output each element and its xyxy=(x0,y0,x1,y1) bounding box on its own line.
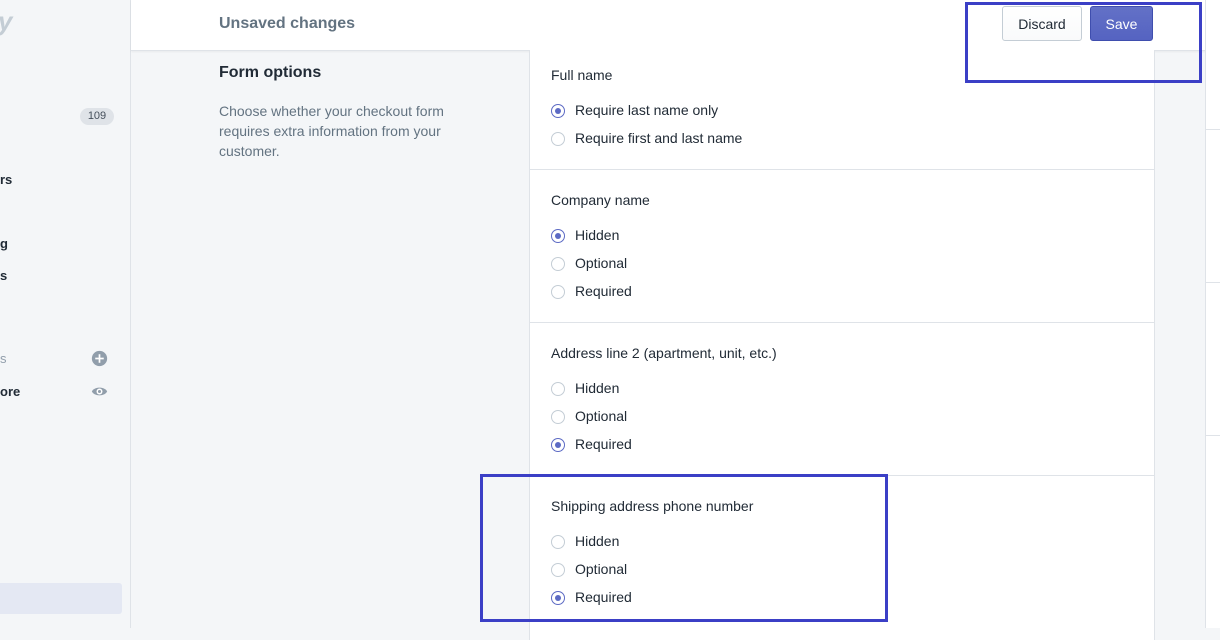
divider xyxy=(1206,282,1220,283)
radio-button[interactable] xyxy=(551,132,565,146)
section-description: Choose whether your checkout form requir… xyxy=(219,103,444,159)
sidebar-item-settings[interactable] xyxy=(0,583,122,614)
radio-label[interactable]: Optional xyxy=(575,255,627,271)
radio-button[interactable] xyxy=(551,591,565,605)
group-label: Company name xyxy=(551,192,650,208)
orders-count-badge: 109 xyxy=(80,108,114,125)
sidebar-item-discounts[interactable]: s xyxy=(0,268,7,283)
save-button[interactable]: Save xyxy=(1090,6,1153,41)
logo[interactable]: y xyxy=(0,6,12,37)
radio-button[interactable] xyxy=(551,285,565,299)
contextual-save-bar: Unsaved changes Discard Save xyxy=(131,0,1220,51)
section-title: Form options xyxy=(219,64,322,81)
radio-label[interactable]: Hidden xyxy=(575,380,619,396)
radio-button[interactable] xyxy=(551,257,565,271)
radio-label[interactable]: Required xyxy=(575,283,632,299)
radio-button[interactable] xyxy=(551,229,565,243)
company-name-group: Company name Hidden Optional Required xyxy=(530,170,1154,323)
radio-label[interactable]: Optional xyxy=(575,561,627,577)
group-label: Address line 2 (apartment, unit, etc.) xyxy=(551,345,777,361)
radio-label[interactable]: Require first and last name xyxy=(575,130,742,146)
unsaved-changes-title: Unsaved changes xyxy=(219,15,356,32)
sidebar-item-online-store[interactable]: ore xyxy=(0,384,20,399)
full-name-group: Full name Require last name only Require… xyxy=(530,50,1154,170)
radio-label[interactable]: Optional xyxy=(575,408,627,424)
radio-label[interactable]: Hidden xyxy=(575,533,619,549)
right-backdrop xyxy=(1205,0,1220,628)
radio-label[interactable]: Require last name only xyxy=(575,102,718,118)
radio-label[interactable]: Hidden xyxy=(575,227,619,243)
eye-icon[interactable] xyxy=(91,383,108,400)
sidebar-item-customers[interactable]: rs xyxy=(0,172,12,187)
divider xyxy=(1206,129,1220,130)
radio-button[interactable] xyxy=(551,410,565,424)
sidebar: y 109 rs g s s ore xyxy=(0,0,131,628)
sidebar-section-sales-channels: s xyxy=(0,351,7,366)
divider xyxy=(1206,435,1220,436)
discard-button[interactable]: Discard xyxy=(1002,6,1082,41)
radio-button[interactable] xyxy=(551,535,565,549)
radio-button[interactable] xyxy=(551,438,565,452)
radio-button[interactable] xyxy=(551,563,565,577)
radio-label[interactable]: Required xyxy=(575,436,632,452)
shipping-phone-group: Shipping address phone number Hidden Opt… xyxy=(530,476,1154,640)
address-line-2-group: Address line 2 (apartment, unit, etc.) H… xyxy=(530,323,1154,476)
group-label: Shipping address phone number xyxy=(551,498,754,514)
radio-button[interactable] xyxy=(551,382,565,396)
sidebar-item-marketing[interactable]: g xyxy=(0,236,8,251)
group-label: Full name xyxy=(551,67,613,83)
radio-label[interactable]: Required xyxy=(575,589,632,605)
add-channel-icon[interactable] xyxy=(91,350,108,367)
form-options-card: Full name Require last name only Require… xyxy=(529,50,1155,640)
radio-button[interactable] xyxy=(551,104,565,118)
